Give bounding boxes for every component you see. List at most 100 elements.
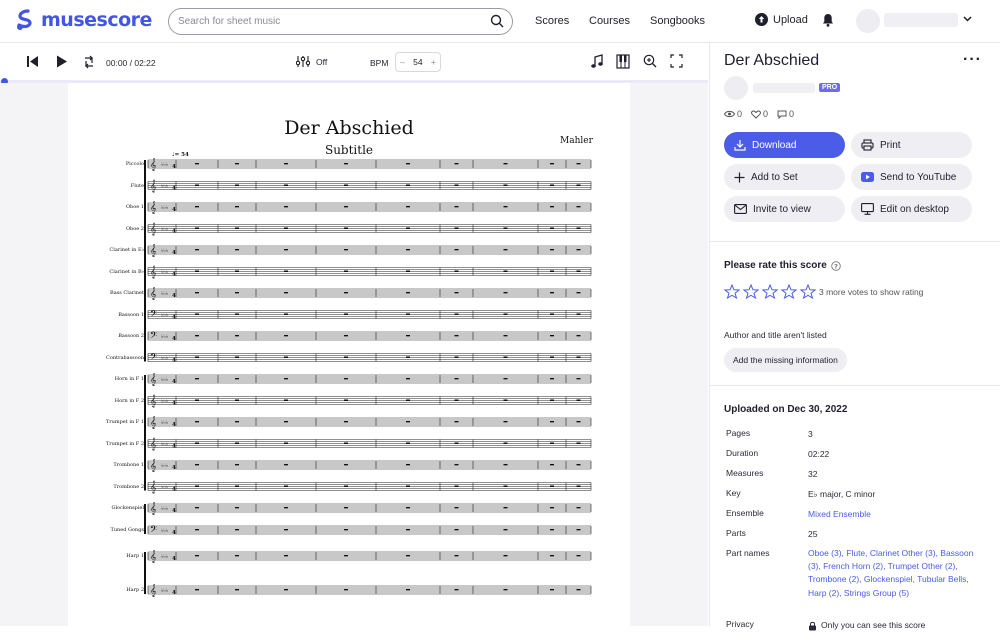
search-input[interactable]	[178, 16, 478, 27]
bpm-value[interactable]: 54	[413, 57, 422, 67]
key-signature: ♭♭♭	[161, 399, 168, 405]
mixer-icon	[296, 56, 310, 67]
mixer-toggle[interactable]: Off	[296, 55, 327, 68]
star-icon[interactable]	[800, 284, 816, 299]
print-button[interactable]: Print	[851, 132, 972, 158]
star-icon[interactable]	[743, 284, 759, 299]
whole-rest	[576, 249, 581, 251]
time-signature: 4	[172, 186, 176, 192]
whole-rest	[195, 270, 199, 272]
loop-icon[interactable]	[82, 55, 96, 69]
whole-rest	[550, 589, 554, 591]
whole-rest	[503, 507, 508, 509]
music-note-icon[interactable]	[590, 54, 604, 69]
user-avatar[interactable]	[856, 9, 880, 33]
musescore-logo[interactable]: musescore	[15, 9, 152, 31]
zoom-in-icon[interactable]	[643, 54, 657, 69]
whole-rest	[503, 555, 508, 557]
skip-back-icon[interactable]	[26, 55, 39, 68]
nav-link-songbooks[interactable]: Songbooks	[650, 15, 705, 27]
whole-rest	[344, 442, 348, 444]
score-page[interactable]: Der Abschied Subtitle Mahler ♩= 54 Picco…	[68, 83, 630, 626]
whole-rest	[550, 464, 554, 466]
whole-rest	[406, 184, 410, 186]
whole-rest	[454, 356, 459, 358]
whole-rest	[284, 507, 288, 509]
meta-value-part-names[interactable]: Oboe (3), Flute, Clarinet Other (3), Bas…	[808, 547, 988, 600]
bell-icon[interactable]	[822, 13, 834, 27]
time-signature: 4	[172, 250, 176, 256]
whole-rest	[550, 292, 554, 294]
star-rating[interactable]	[724, 284, 816, 299]
add-missing-info-button[interactable]: Add the missing information	[724, 348, 847, 372]
nav-link-scores[interactable]: Scores	[535, 15, 569, 27]
whole-rest	[550, 421, 554, 423]
whole-rest	[195, 464, 199, 466]
fullscreen-icon[interactable]	[670, 54, 683, 68]
whole-rest	[576, 335, 581, 337]
envelope-icon	[734, 204, 747, 214]
clef-symbol: 𝄢	[150, 309, 157, 322]
monitor-icon	[861, 203, 874, 215]
star-icon[interactable]	[724, 284, 740, 299]
top-navigation: musescore Scores Courses Songbooks Uploa…	[0, 0, 1000, 43]
whole-rest	[284, 555, 288, 557]
musescore-logo-icon	[17, 9, 32, 30]
time-signature: 4	[172, 422, 176, 428]
help-icon[interactable]: ?	[831, 260, 841, 271]
chevron-down-icon[interactable]	[963, 16, 972, 22]
send-to-youtube-button[interactable]: Send to YouTube	[851, 164, 972, 190]
whole-rest	[406, 163, 410, 165]
nav-link-courses[interactable]: Courses	[589, 15, 630, 27]
author-name-placeholder[interactable]	[753, 83, 815, 93]
time-signature: 4	[172, 465, 176, 471]
comments-stat[interactable]: 0	[777, 109, 794, 119]
upload-button[interactable]: Upload	[755, 13, 808, 26]
clef-symbol: 𝄞	[150, 287, 157, 300]
star-icon[interactable]	[762, 284, 778, 299]
views-stat: 0	[724, 109, 742, 119]
piano-keyboard-icon[interactable]	[616, 54, 630, 69]
search-bar[interactable]	[168, 8, 513, 35]
whole-rest	[454, 249, 459, 251]
whole-rest	[576, 555, 581, 557]
user-name-placeholder[interactable]	[884, 13, 958, 27]
key-signature: ♭♭♭	[161, 162, 168, 168]
favorites-stat[interactable]: 0	[751, 109, 768, 119]
whole-rest	[576, 507, 581, 509]
whole-rest	[454, 313, 459, 315]
key-signature: ♭♭♭	[161, 356, 168, 362]
whole-rest	[235, 464, 239, 466]
whole-rest	[284, 227, 288, 229]
whole-rest	[550, 206, 554, 208]
whole-rest	[284, 529, 288, 531]
whole-rest	[406, 313, 410, 315]
edit-on-desktop-button[interactable]: Edit on desktop	[851, 196, 972, 222]
add-to-set-button[interactable]: Add to Set	[724, 164, 845, 190]
clef-symbol: 𝄞	[150, 584, 157, 597]
whole-rest	[406, 464, 410, 466]
whole-rest	[454, 485, 459, 487]
download-button[interactable]: Download	[724, 132, 845, 158]
whole-rest	[550, 335, 554, 337]
key-signature: ♭♭♭	[161, 554, 168, 560]
play-icon[interactable]	[55, 55, 68, 68]
bpm-decrease-button[interactable]: –	[400, 57, 405, 67]
panel-score-title: Der Abschied	[724, 52, 820, 69]
meta-label-duration: Duration	[726, 448, 759, 458]
more-options-icon[interactable]: ···	[963, 51, 982, 69]
invite-button[interactable]: Invite to view	[724, 196, 845, 222]
whole-rest	[344, 163, 348, 165]
whole-rest	[576, 184, 581, 186]
search-icon[interactable]	[490, 14, 504, 28]
star-icon[interactable]	[781, 284, 797, 299]
whole-rest	[344, 399, 348, 401]
bpm-increase-button[interactable]: +	[431, 57, 436, 67]
meta-value-ensemble[interactable]: Mixed Ensemble	[808, 508, 988, 521]
favorites-count: 0	[763, 109, 769, 119]
upload-icon	[755, 13, 768, 26]
bpm-stepper[interactable]: – 54 +	[395, 52, 441, 72]
rate-title-text: Please rate this score	[724, 260, 827, 271]
whole-rest	[235, 485, 239, 487]
author-avatar[interactable]	[724, 76, 748, 100]
